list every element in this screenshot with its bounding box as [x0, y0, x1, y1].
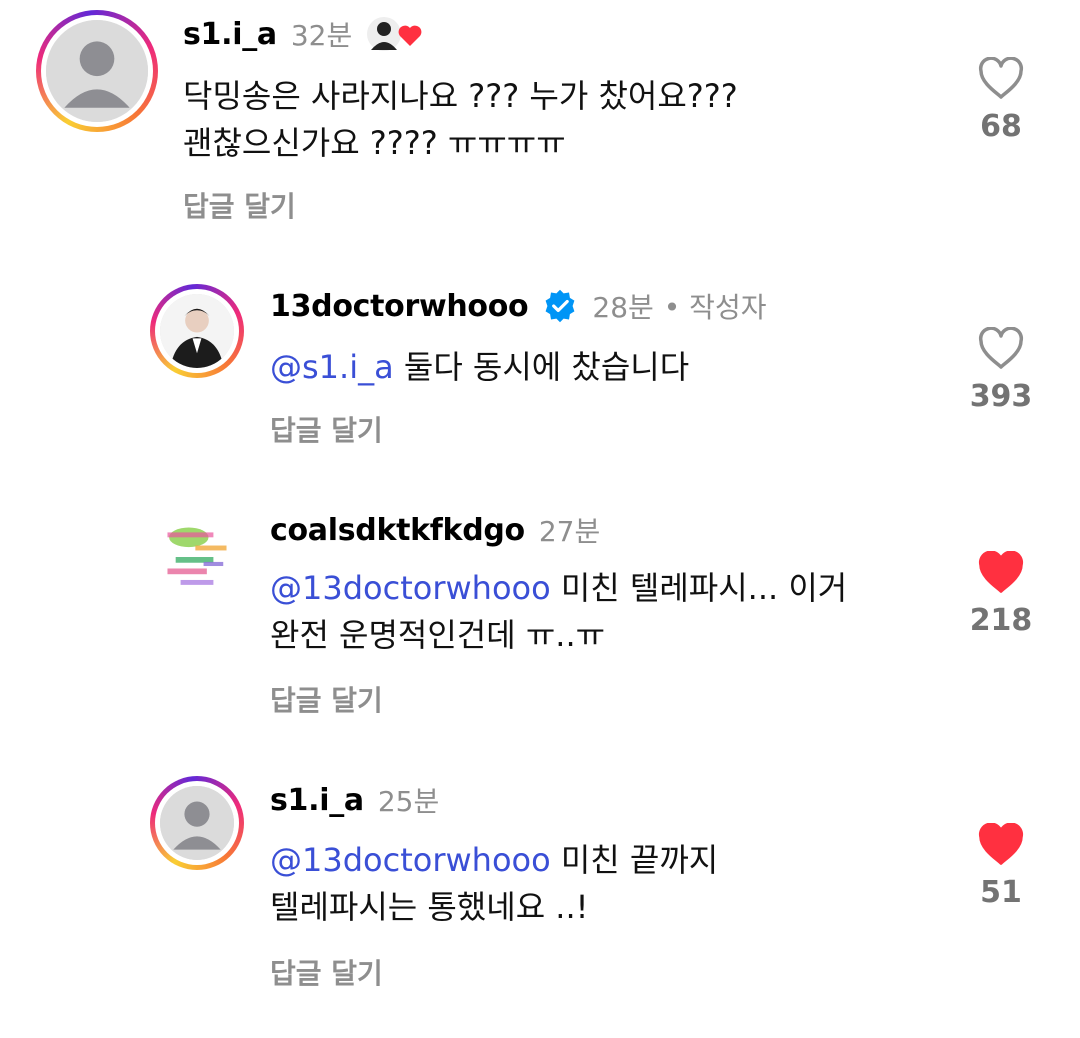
sticker-avatar-icon — [156, 516, 238, 598]
reply-button[interactable]: 답글 달기 — [270, 409, 383, 449]
author-tag: • 작성자 — [663, 291, 767, 324]
heart-icon[interactable] — [977, 57, 1025, 101]
avatar[interactable] — [36, 10, 158, 132]
like-control: 393 — [961, 327, 1041, 414]
mention-link[interactable]: @s1.i_a — [270, 348, 394, 386]
mention-link[interactable]: @13doctorwhooo — [270, 569, 551, 607]
username[interactable]: s1.i_a — [270, 783, 364, 818]
comment-text: @13doctorwhooo 미친 끝까지 텔레파시는 통했네요 ..! — [270, 837, 718, 931]
comment-header: coalsdktkfkdgo 27분 — [270, 510, 600, 550]
like-control: 218 — [961, 551, 1041, 638]
comment-line: 닥밍송은 사라지나요 ??? 누가 찼어요??? — [183, 77, 738, 115]
comment-line: 텔레파시는 통했네요 ..! — [270, 888, 589, 926]
like-count: 51 — [980, 875, 1022, 910]
avatar[interactable] — [150, 776, 244, 870]
heart-icon[interactable] — [977, 327, 1025, 371]
like-control: 51 — [961, 823, 1041, 910]
reply-button[interactable]: 답글 달기 — [270, 952, 383, 992]
default-avatar-icon — [160, 786, 234, 860]
reply-button[interactable]: 답글 달기 — [270, 679, 383, 719]
comment-line: 완전 운명적인건데 ㅠ..ㅠ — [270, 616, 606, 654]
author-liked-badge — [366, 14, 428, 54]
timestamp: 32분 — [290, 19, 353, 52]
comment-text: @s1.i_a 둘다 동시에 찼습니다 — [270, 344, 689, 391]
comment-line: @s1.i_a 둘다 동시에 찼습니다 — [270, 348, 690, 386]
default-avatar-icon — [46, 20, 148, 122]
avatar[interactable] — [150, 284, 244, 378]
like-control: 68 — [961, 57, 1041, 144]
username[interactable]: coalsdktkfkdgo — [270, 513, 525, 548]
reply-button[interactable]: 답글 달기 — [183, 185, 296, 225]
username[interactable]: 13doctorwhooo — [270, 289, 529, 324]
like-count: 68 — [980, 109, 1022, 144]
comment-text: @13doctorwhooo 미친 텔레파시... 이거 완전 운명적인건데 ㅠ… — [270, 565, 847, 659]
verified-badge-icon — [545, 289, 575, 323]
mention-link[interactable]: @13doctorwhooo — [270, 841, 551, 879]
avatar[interactable] — [150, 510, 244, 604]
timestamp: 28분 — [592, 291, 654, 324]
comment-header: s1.i_a 25분 — [270, 780, 439, 820]
comment-line: @13doctorwhooo 미친 끝까지 — [270, 841, 719, 879]
heart-filled-icon[interactable] — [977, 823, 1025, 867]
timestamp: 25분 — [377, 785, 440, 818]
comment-text: 닥밍송은 사라지나요 ??? 누가 찼어요??? 괜찮으신가요 ???? ㅠㅠㅠ… — [183, 73, 738, 167]
comment-header: 13doctorwhooo 28분 • 작성자 — [270, 286, 766, 326]
profile-photo-icon — [160, 294, 234, 368]
like-count: 218 — [969, 603, 1033, 638]
comment-header: s1.i_a 32분 — [183, 14, 428, 54]
heart-filled-icon[interactable] — [977, 551, 1025, 595]
username[interactable]: s1.i_a — [183, 17, 277, 52]
comment-line: @13doctorwhooo 미친 텔레파시... 이거 — [270, 569, 848, 607]
comment-line: 괜찮으신가요 ???? ㅠㅠㅠㅠ — [183, 124, 566, 162]
timestamp: 27분 — [538, 515, 601, 548]
like-count: 393 — [969, 379, 1033, 414]
